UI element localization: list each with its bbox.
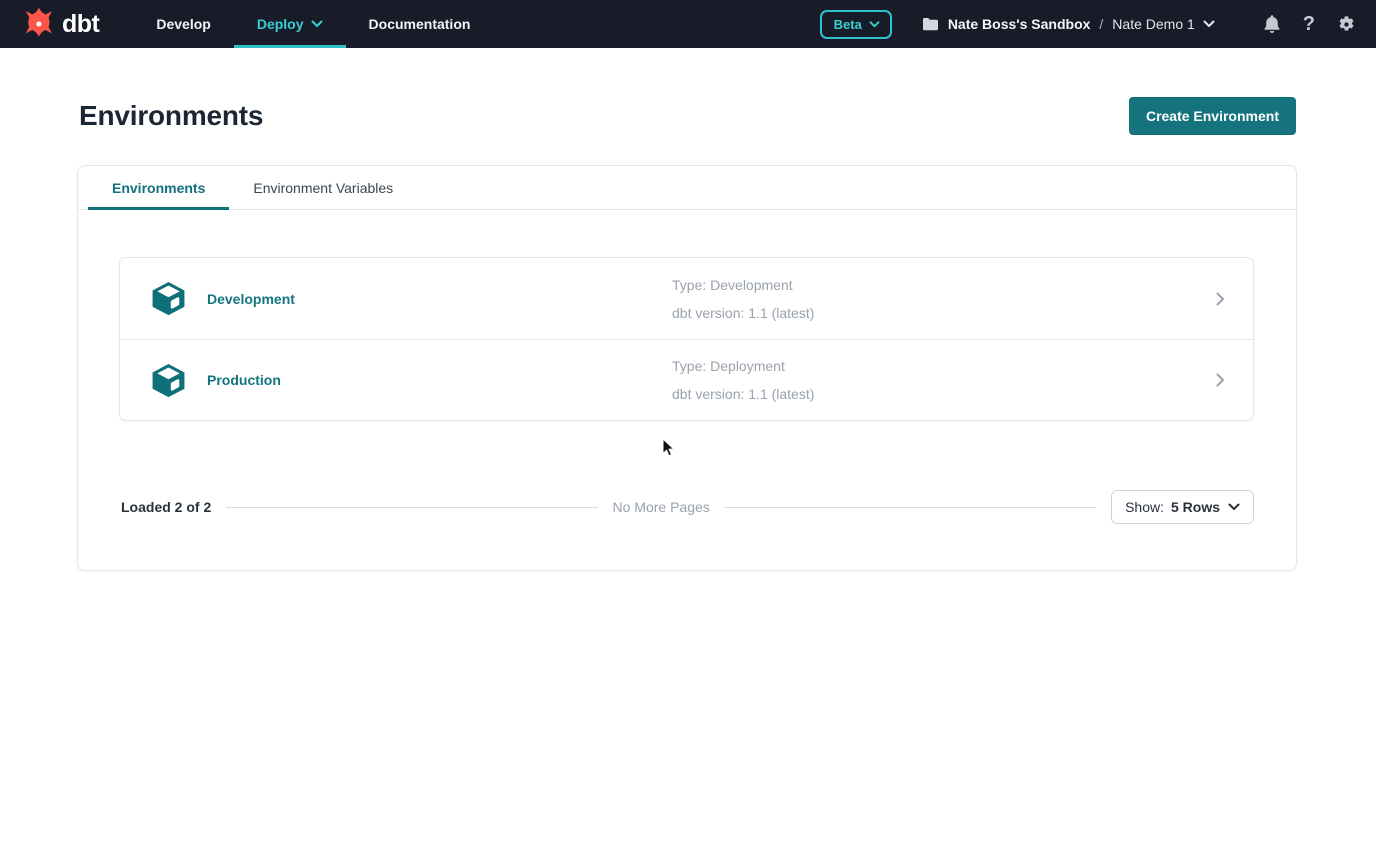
environment-meta: Type: Development dbt version: 1.1 (late… [672, 271, 1212, 327]
environment-name: Production [207, 372, 281, 388]
environment-row-production[interactable]: Production Type: Deployment dbt version:… [120, 339, 1253, 420]
show-label: Show: [1125, 499, 1164, 515]
environment-meta: Type: Deployment dbt version: 1.1 (lates… [672, 352, 1212, 408]
breadcrumb-project-dropdown[interactable]: Nate Demo 1 [1112, 16, 1214, 32]
chevron-down-icon [1203, 20, 1215, 28]
chevron-right-icon [1212, 288, 1229, 310]
breadcrumb: Nate Boss's Sandbox / Nate Demo 1 [922, 16, 1215, 32]
create-environment-button[interactable]: Create Environment [1129, 97, 1296, 135]
no-more-pages-label: No More Pages [613, 499, 710, 515]
nav-item-documentation[interactable]: Documentation [346, 0, 494, 48]
settings-gear-icon[interactable] [1337, 15, 1356, 34]
beta-dropdown-button[interactable]: Beta [820, 10, 892, 39]
chevron-down-icon [1228, 503, 1240, 511]
chevron-right-icon [1212, 369, 1229, 391]
nav-right-group: Beta Nate Boss's Sandbox / Nate Demo 1 [820, 0, 1356, 48]
tab-environments[interactable]: Environments [88, 166, 229, 209]
environment-dbt-version: dbt version: 1.1 (latest) [672, 299, 1212, 327]
environments-card: Environments Environment Variables Devel… [77, 165, 1297, 571]
environment-cube-icon [150, 280, 187, 317]
dbt-logo-text: dbt [62, 10, 99, 39]
nav-item-deploy[interactable]: Deploy [234, 0, 346, 48]
card-tabbar: Environments Environment Variables [78, 166, 1296, 210]
help-icon[interactable]: ? [1303, 14, 1315, 34]
environment-cube-icon [150, 362, 187, 399]
dbt-logo-icon [22, 7, 56, 41]
card-content: Development Type: Development dbt versio… [78, 210, 1296, 570]
notifications-bell-icon[interactable] [1263, 14, 1281, 34]
chevron-down-icon [869, 21, 880, 28]
rows-per-page-dropdown[interactable]: Show: 5 Rows [1111, 490, 1254, 524]
loaded-count: Loaded 2 of 2 [121, 499, 211, 515]
breadcrumb-separator: / [1099, 16, 1103, 32]
environment-name: Development [207, 291, 295, 307]
pagination-divider [226, 507, 597, 508]
nav-item-develop[interactable]: Develop [133, 0, 233, 48]
environment-row-development[interactable]: Development Type: Development dbt versio… [120, 258, 1253, 339]
page-title: Environments [79, 100, 263, 132]
show-value: 5 Rows [1171, 499, 1220, 515]
chevron-down-icon [311, 20, 323, 28]
environment-type: Type: Development [672, 271, 1212, 299]
top-navigation: dbt Develop Deploy Documentation Beta Na… [0, 0, 1376, 48]
nav-icon-group: ? [1241, 14, 1356, 34]
environment-dbt-version: dbt version: 1.1 (latest) [672, 380, 1212, 408]
environments-list: Development Type: Development dbt versio… [119, 257, 1254, 421]
primary-nav: Develop Deploy Documentation [133, 0, 493, 48]
page-header: Environments Create Environment [0, 48, 1376, 135]
dbt-logo[interactable]: dbt [22, 0, 99, 48]
pagination-divider [725, 507, 1096, 508]
tab-environment-variables[interactable]: Environment Variables [229, 166, 417, 209]
pagination-footer: Loaded 2 of 2 No More Pages Show: 5 Rows [119, 490, 1254, 524]
breadcrumb-account[interactable]: Nate Boss's Sandbox [948, 16, 1091, 32]
folder-icon [922, 17, 939, 31]
environment-type: Type: Deployment [672, 352, 1212, 380]
